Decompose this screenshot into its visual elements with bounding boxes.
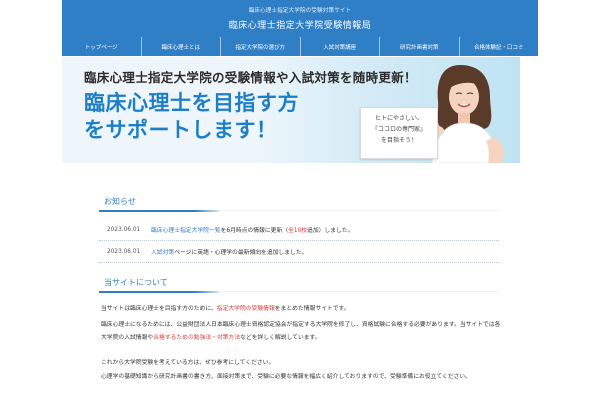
card-line-2: 『ココロの専門家』 — [371, 126, 426, 133]
about-heading: 当サイトについて — [104, 278, 168, 287]
banner-headline-line-2: をサポートします！ — [84, 118, 278, 142]
nav-item-school-selection[interactable]: 指定大学院の選び方 — [221, 37, 301, 56]
banner-headline-line-1: 臨床心理士を目指す方 — [84, 91, 299, 115]
site-header: 臨床心理士指定大学院の受験対策サイト 臨床心理士指定大学院受験情報局 トップペー… — [62, 0, 538, 56]
news-text: 臨床心理士指定大学院一覧を6月時点の情報に更新（全10校追加）しました。 — [151, 225, 353, 234]
about-paragraph-4: 心理学の基礎知識から研究計画書の書き方、面接対策まで、受験に必要な情報を幅広く紹… — [101, 374, 472, 380]
news-item: 2023.06.01 臨床心理士指定大学院一覧を6月時点の情報に更新（全10校追… — [99, 219, 499, 241]
site-title[interactable]: 臨床心理士指定大学院受験情報局 — [62, 18, 538, 31]
news-date: 2023.06.01 — [107, 248, 141, 255]
nav-item-testimonials[interactable]: 合格体験記・口コミ — [460, 37, 539, 56]
nav-item-research-plan[interactable]: 研究計画書対策 — [380, 37, 460, 56]
news-heading-rule — [99, 210, 219, 212]
card-line-3: を目指そう！ — [380, 137, 417, 144]
nav-item-about-psychologist[interactable]: 臨床心理士とは — [142, 37, 221, 56]
card-line-1: ヒトにやさしい、 — [374, 115, 423, 122]
news-heading-rule-faint — [219, 210, 499, 211]
site-tagline: 臨床心理士指定大学院の受験対策サイト — [248, 8, 352, 14]
news-text-part: 追加）しました。 — [307, 228, 354, 234]
message-card: ヒトにやさしい、 『ココロの専門家』 を目指そう！ — [360, 107, 438, 159]
news-highlight: 全10校 — [288, 228, 308, 234]
news-text-part: を6月時点の情報に更新（ — [220, 228, 289, 234]
about-heading-rule-faint — [219, 291, 499, 292]
news-date: 2023.06.01 — [107, 226, 141, 233]
nav-item-exam-prep[interactable]: 入試対策講座 — [301, 37, 380, 56]
about-paragraph-2: 臨床心理士になるためには、公益財団法人日本臨床心理士資格認定協会が指定する大学院… — [101, 319, 501, 345]
about-highlight: 合格するための勉強法・対策方法 — [153, 335, 241, 341]
nav-item-home[interactable]: トップページ — [62, 37, 142, 56]
banner-subheadline: 臨床心理士指定大学院の受験情報や入試対策を随時更新！ — [84, 70, 417, 85]
news-text-part: ページに英語・心理学の最新傾向を追加しました。 — [174, 250, 308, 256]
about-text: 当サイトは臨床心理士を目指す方のために、 — [101, 306, 217, 312]
news-item: 2023.06.01 入試対策ページに英語・心理学の最新傾向を追加しました。 — [99, 241, 499, 263]
about-text: などを詳しく解説しています。 — [240, 335, 321, 341]
hero-banner: ヒトにやさしい、 『ココロの専門家』 を目指そう！ 臨床心理士指定大学院の受験情… — [62, 57, 520, 163]
about-text: をまとめた情報サイトです。 — [274, 306, 350, 312]
news-link[interactable]: 入試対策 — [151, 250, 174, 256]
about-paragraph-1: 当サイトは臨床心理士を目指す方のために、指定大学院の受験情報をまとめた情報サイト… — [101, 303, 501, 316]
about-heading-rule — [99, 291, 219, 293]
about-highlight: 指定大学院の受験情報 — [216, 306, 275, 312]
news-text: 入試対策ページに英語・心理学の最新傾向を追加しました。 — [151, 247, 307, 256]
global-nav: トップページ 臨床心理士とは 指定大学院の選び方 入試対策講座 研究計画書対策 … — [62, 37, 538, 56]
news-heading: お知らせ — [104, 197, 136, 206]
news-link[interactable]: 臨床心理士指定大学院一覧 — [151, 228, 221, 234]
about-paragraph-3: これから大学院受験を考えている方は、ぜひ参考にしてください。 — [101, 360, 275, 366]
